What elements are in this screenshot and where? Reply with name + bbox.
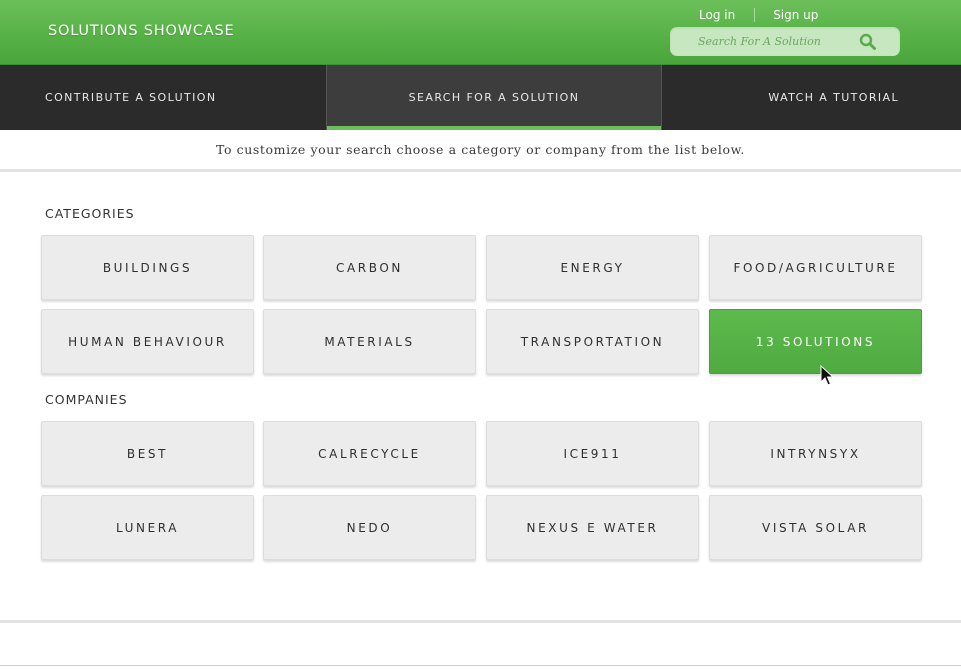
- section-divider: [0, 620, 961, 623]
- company-best[interactable]: BEST: [41, 421, 254, 486]
- category-transportation[interactable]: TRANSPORTATION: [486, 309, 699, 374]
- companies-heading: COMPANIES: [45, 392, 128, 407]
- signup-link[interactable]: Sign up: [773, 8, 818, 22]
- search-icon[interactable]: [858, 32, 878, 52]
- category-food-agriculture[interactable]: FOOD/AGRICULTURE: [709, 235, 922, 300]
- tab-contribute-solution[interactable]: CONTRIBUTE A SOLUTION: [0, 65, 326, 130]
- company-ice911[interactable]: ICE911: [486, 421, 699, 486]
- company-nedo[interactable]: NEDO: [263, 495, 476, 560]
- category-materials[interactable]: MATERIALS: [263, 309, 476, 374]
- company-calrecycle[interactable]: CALRECYCLE: [263, 421, 476, 486]
- tab-search-solution[interactable]: SEARCH FOR A SOLUTION: [326, 65, 662, 130]
- search-box: [670, 27, 900, 56]
- site-header: SOLUTIONS SHOWCASE Log in Sign up: [0, 0, 961, 65]
- mouse-cursor-icon: [820, 364, 835, 391]
- category-solutions-count[interactable]: 13 SOLUTIONS: [709, 309, 922, 374]
- company-lunera[interactable]: LUNERA: [41, 495, 254, 560]
- login-link[interactable]: Log in: [699, 8, 735, 22]
- company-nexus-e-water[interactable]: NEXUS E WATER: [486, 495, 699, 560]
- footer-divider: [0, 665, 961, 666]
- category-buildings[interactable]: BUILDINGS: [41, 235, 254, 300]
- site-brand[interactable]: SOLUTIONS SHOWCASE: [48, 23, 234, 39]
- category-human-behaviour[interactable]: HUMAN BEHAVIOUR: [41, 309, 254, 374]
- auth-divider: [754, 8, 756, 22]
- main-nav: CONTRIBUTE A SOLUTION SEARCH FOR A SOLUT…: [0, 65, 961, 130]
- company-vista-solar[interactable]: VISTA SOLAR: [709, 495, 922, 560]
- categories-heading: CATEGORIES: [45, 206, 135, 221]
- tab-watch-tutorial[interactable]: WATCH A TUTORIAL: [662, 65, 961, 130]
- auth-links: Log in Sign up: [699, 6, 818, 24]
- intro-text: To customize your search choose a catego…: [0, 130, 961, 172]
- category-carbon[interactable]: CARBON: [263, 235, 476, 300]
- company-intrynsyx[interactable]: INTRYNSYX: [709, 421, 922, 486]
- search-input[interactable]: [670, 27, 860, 56]
- category-energy[interactable]: ENERGY: [486, 235, 699, 300]
